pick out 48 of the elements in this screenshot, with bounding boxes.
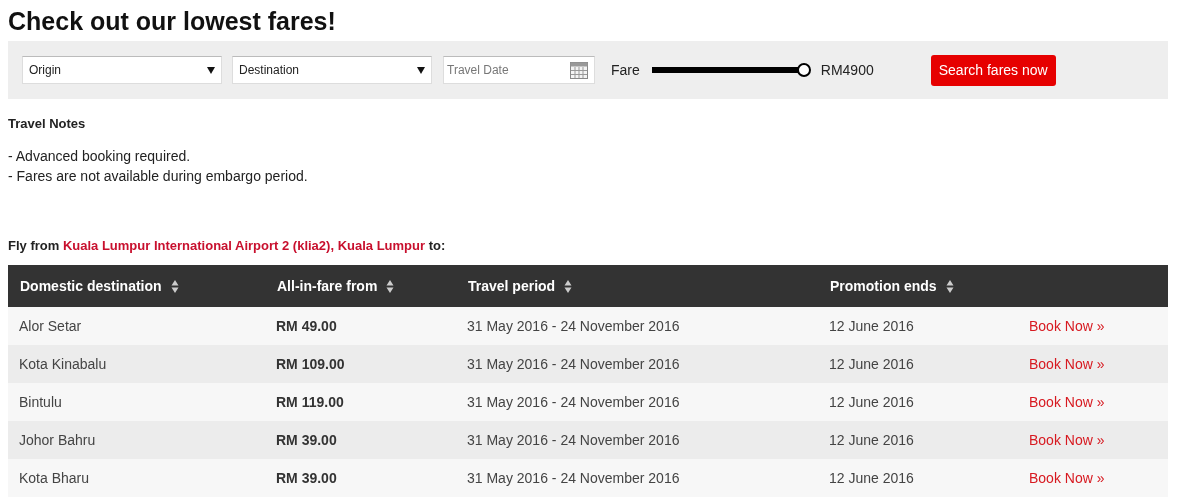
- fare-price: RM 109.00: [276, 356, 345, 372]
- promotion-end-text: 12 June 2016: [829, 470, 914, 486]
- dropdown-arrow-icon: [207, 66, 215, 74]
- page-title: Check out our lowest fares!: [8, 6, 336, 37]
- column-header[interactable]: All-in-fare from: [277, 278, 378, 294]
- airport-link[interactable]: Kuala Lumpur International Airport 2 (klia2), Kuala Lumpur: [62, 238, 426, 253]
- origin-select[interactable]: Origin: [22, 56, 222, 84]
- notes-heading: Travel Notes: [8, 116, 86, 131]
- travel-period-text: 31 May 2016 - 24 November 2016: [467, 470, 680, 486]
- promotion-end-text: 12 June 2016: [829, 432, 914, 448]
- destination-text: Alor Setar: [19, 318, 82, 334]
- dropdown-arrow-icon: [417, 66, 425, 74]
- book-now-link[interactable]: Book Now »: [1029, 432, 1105, 448]
- destination-text: Johor Bahru: [19, 432, 96, 448]
- travel-period-text: 31 May 2016 - 24 November 2016: [467, 356, 680, 372]
- route-text: Fly from Kuala Lumpur International Airport 2 (klia2), Kuala Lumpur to:: [8, 238, 446, 253]
- fare-price: RM 119.00: [276, 394, 344, 410]
- column-header[interactable]: Travel period: [468, 278, 556, 294]
- sort-icon[interactable]: [564, 278, 573, 294]
- promotion-end-text: 12 June 2016: [829, 356, 914, 372]
- promotion-end-text: 12 June 2016: [829, 318, 914, 334]
- sort-icon[interactable]: [170, 278, 179, 294]
- destination-text: Kota Bharu: [19, 470, 90, 486]
- travel-date-field[interactable]: Travel Date: [443, 56, 595, 84]
- fare-price: RM 39.00: [276, 432, 337, 448]
- destination-text: Kota Kinabalu: [19, 356, 107, 372]
- book-now-link[interactable]: Book Now »: [1029, 394, 1105, 410]
- note-text: - Advanced booking required.: [8, 147, 191, 166]
- travel-period-text: 31 May 2016 - 24 November 2016: [467, 432, 680, 448]
- travel-period-text: 31 May 2016 - 24 November 2016: [467, 394, 680, 410]
- fare-price: RM 39.00: [276, 470, 337, 486]
- fare-price: RM 49.00: [276, 318, 337, 334]
- search-button[interactable]: Search fares now: [930, 54, 1056, 86]
- fare-reading: RM4900: [820, 62, 874, 78]
- column-header[interactable]: Promotion ends: [830, 278, 937, 294]
- book-now-link[interactable]: Book Now »: [1029, 356, 1105, 372]
- book-now-link[interactable]: Book Now »: [1029, 318, 1105, 334]
- sort-icon[interactable]: [945, 278, 954, 294]
- promotion-end-text: 12 June 2016: [829, 394, 914, 410]
- note-text: - Fares are not available during embargo period.: [8, 167, 308, 186]
- destination-text: Bintulu: [19, 394, 62, 410]
- fare-label: Fare: [611, 62, 640, 78]
- sort-icon[interactable]: [386, 278, 395, 294]
- column-header[interactable]: Domestic destination: [20, 278, 162, 294]
- destination-select[interactable]: Destination: [232, 56, 432, 84]
- travel-period-text: 31 May 2016 - 24 November 2016: [467, 318, 680, 334]
- calendar-icon[interactable]: [570, 61, 588, 79]
- book-now-link[interactable]: Book Now »: [1029, 470, 1105, 486]
